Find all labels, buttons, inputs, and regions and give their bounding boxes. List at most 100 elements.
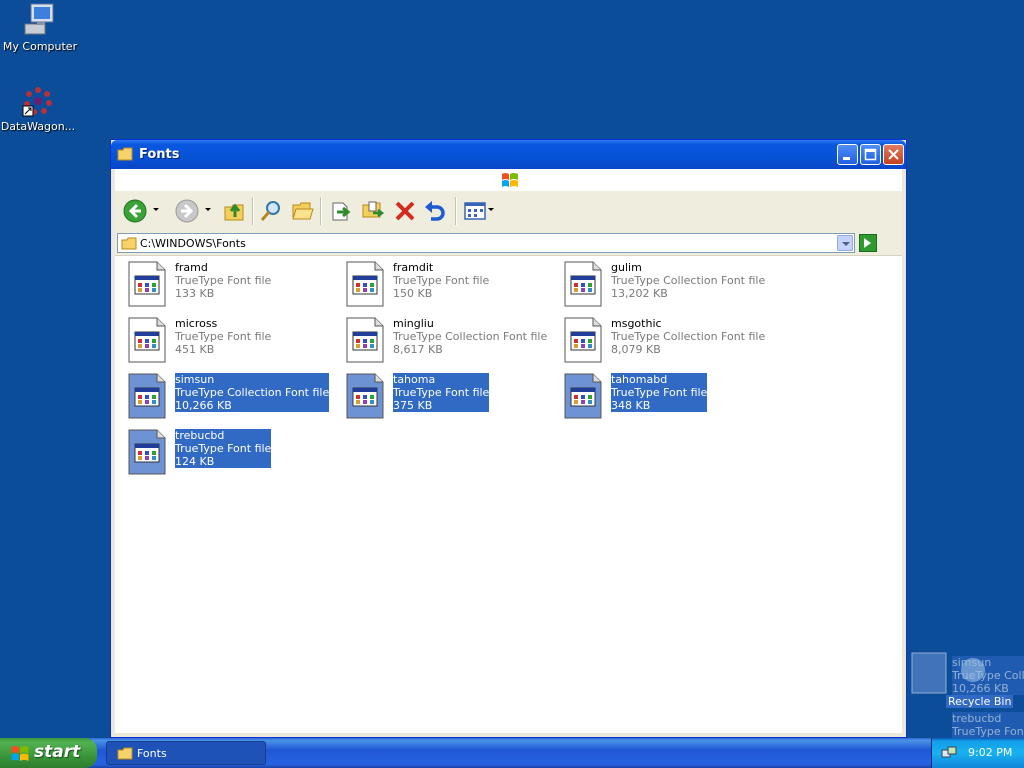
up-folder-icon (224, 203, 244, 221)
file-size: 10,266 KB (175, 399, 232, 412)
taskbar-item-fonts[interactable]: Fonts (106, 741, 266, 765)
file-list: framd TrueType Font file 133 KB framdit True… (115, 255, 902, 733)
folders-icon (292, 202, 314, 220)
file-meta: tahomabd TrueType Font file 348 KB (611, 373, 708, 412)
delete-icon (395, 201, 415, 221)
file-name: tahomabd (611, 373, 668, 386)
windows-logo-icon (10, 745, 30, 766)
file-size: 8,079 KB (611, 343, 661, 356)
system-tray: 9:02 PM (931, 738, 1024, 768)
back-arrow-icon (123, 199, 147, 223)
address-bar: C:\WINDOWS\Fonts (115, 231, 902, 255)
forward-arrow-icon (175, 199, 199, 223)
address-field[interactable]: C:\WINDOWS\Fonts (117, 233, 855, 253)
file-type: TrueType Font file (393, 386, 490, 399)
fonts-window: Fonts C:\WINDOWS\Fonts framd TrueType Fo… (110, 139, 907, 738)
file-name: simsun (175, 373, 215, 386)
file-item-micross[interactable]: micross TrueType Font file 451 KB (123, 314, 333, 364)
taskbar-item-label: Fonts (137, 747, 167, 760)
file-size: 451 KB (175, 343, 215, 356)
clock[interactable]: 9:02 PM (968, 746, 1012, 759)
file-type: TrueType Collection Font file (175, 386, 330, 399)
font-file-icon (128, 373, 166, 419)
file-name: msgothic (611, 317, 662, 330)
file-meta: micross TrueType Font file 451 KB (175, 317, 271, 356)
file-meta: msgothic TrueType Collection Font file 8,0… (611, 317, 765, 356)
file-name: mingliu (393, 317, 434, 330)
font-file-icon (564, 261, 602, 307)
file-type: TrueType Collection Font file (611, 274, 766, 287)
copy-to-button[interactable] (359, 197, 387, 225)
font-file-icon (346, 373, 384, 419)
file-name: tahoma (393, 373, 436, 386)
title-bar[interactable]: Fonts (111, 140, 906, 169)
start-button[interactable]: start (0, 738, 97, 768)
close-icon (888, 149, 899, 160)
search-icon (260, 201, 280, 221)
recycle-bin-icon (961, 658, 985, 682)
address-dropdown-button[interactable] (837, 235, 853, 251)
address-text: C:\WINDOWS\Fonts (140, 237, 246, 250)
undo-button[interactable] (421, 197, 449, 225)
start-label: start (34, 742, 81, 762)
font-file-icon (128, 429, 166, 475)
move-to-icon (332, 202, 351, 221)
views-button[interactable] (461, 197, 494, 225)
file-size: 375 KB (393, 399, 433, 412)
minimize-button[interactable] (837, 144, 858, 165)
file-meta: framd TrueType Font file 133 KB (175, 261, 271, 300)
go-button[interactable] (859, 234, 877, 252)
maximize-button[interactable] (860, 144, 881, 165)
file-type: TrueType Font file (175, 442, 272, 455)
file-type: TrueType Font file (175, 274, 272, 287)
file-size: 133 KB (175, 287, 215, 300)
font-file-icon (128, 317, 166, 363)
standard-toolbar (115, 191, 902, 231)
file-meta: tahoma TrueType Font file 375 KB (393, 373, 490, 412)
network-icon[interactable] (941, 745, 957, 764)
forward-button[interactable] (173, 197, 211, 225)
file-item-trebucbd[interactable]: trebucbd TrueType Font file 124 KB (123, 426, 333, 476)
file-name: micross (175, 317, 218, 330)
file-item-tahomabd[interactable]: tahomabd TrueType Font file 348 KB (559, 370, 769, 420)
taskbar: start Fonts 9:02 PM (0, 738, 1024, 768)
file-item-gulim[interactable]: gulim TrueType Collection Font file 13,202… (559, 258, 769, 308)
maximize-icon (864, 148, 877, 161)
desktop-icon-label: Recycle Bin (946, 695, 1014, 708)
folders-button[interactable] (289, 197, 317, 225)
folder-icon (121, 237, 137, 253)
copy-to-icon (362, 201, 385, 218)
desktop-icon-datawagon[interactable]: DataWagon... (0, 84, 78, 133)
file-type: TrueType Collection Font file (393, 330, 548, 343)
close-button[interactable] (883, 144, 904, 165)
font-file-icon (128, 261, 166, 307)
font-file-icon (911, 652, 947, 694)
logo-bar (115, 169, 902, 192)
up-folder-button[interactable] (221, 197, 249, 225)
file-size: 124 KB (175, 455, 215, 468)
folder-icon (117, 747, 133, 763)
datawagon-shortcut-icon (22, 87, 52, 117)
file-name: framdit (393, 261, 434, 274)
move-to-button[interactable] (327, 197, 355, 225)
file-type: TrueType Collection Font file (611, 330, 766, 343)
file-meta: trebucbd TrueType Font file 124 KB (175, 429, 272, 468)
file-item-simsun[interactable]: simsun TrueType Collection Font file 10,26… (123, 370, 333, 420)
file-meta: mingliu TrueType Collection Font file 8,61… (393, 317, 547, 356)
folder-icon (117, 147, 133, 164)
file-item-framd[interactable]: framd TrueType Font file 133 KB (123, 258, 333, 308)
desktop-icon-my-computer[interactable]: My Computer (0, 2, 80, 53)
file-name: framd (175, 261, 208, 274)
ghost-type-2: TrueType Font (952, 725, 1024, 738)
delete-button[interactable] (391, 197, 419, 225)
file-item-mingliu[interactable]: mingliu TrueType Collection Font file 8,61… (341, 314, 551, 364)
file-item-framdit[interactable]: framdit TrueType Font file 150 KB (341, 258, 551, 308)
back-button[interactable] (121, 197, 159, 225)
font-file-icon (564, 317, 602, 363)
file-item-msgothic[interactable]: msgothic TrueType Collection Font file 8,0… (559, 314, 769, 364)
search-button[interactable] (257, 197, 285, 225)
file-type: TrueType Font file (393, 274, 490, 287)
ghost-name-2: trebucbd (952, 712, 1002, 725)
file-item-tahoma[interactable]: tahoma TrueType Font file 375 KB (341, 370, 551, 420)
file-meta: simsun TrueType Collection Font file 10,26… (175, 373, 330, 412)
